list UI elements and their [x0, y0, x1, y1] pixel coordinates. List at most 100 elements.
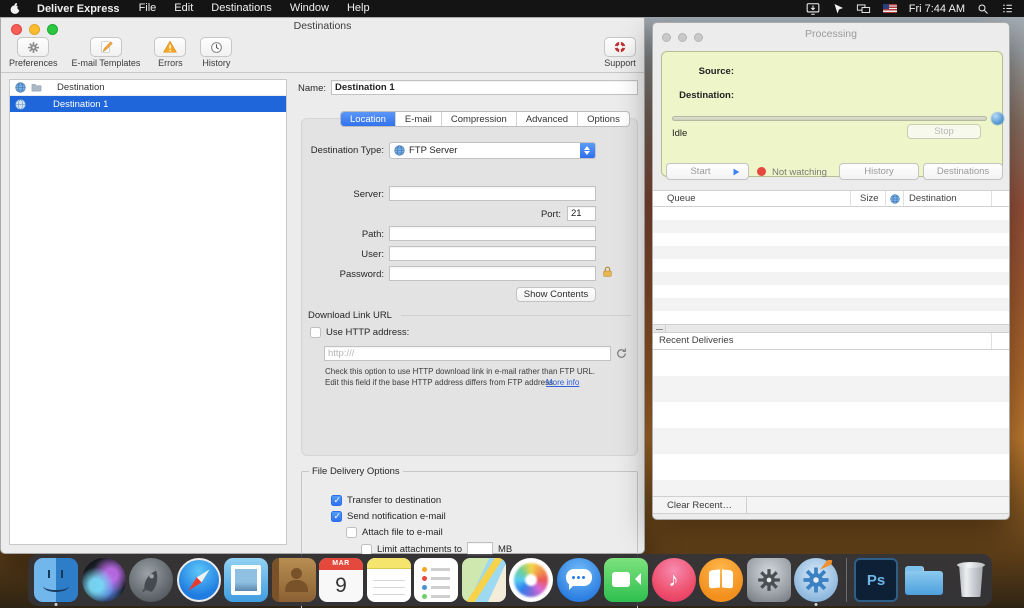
dock-icon-safari[interactable]	[177, 558, 221, 602]
transfer-checkbox-row[interactable]: Transfer to destination	[331, 495, 441, 506]
server-input[interactable]	[389, 186, 596, 201]
column-size[interactable]: Size	[860, 193, 878, 204]
recent-list[interactable]	[653, 350, 1009, 496]
dock-icon-finder[interactable]	[34, 558, 78, 602]
dock-icon-downloads-folder[interactable]	[902, 558, 946, 602]
dock-icon-reminders[interactable]	[414, 558, 458, 602]
recent-footer: Clear Recent…	[653, 496, 1009, 514]
globe-column-icon[interactable]	[890, 194, 900, 204]
search-icon[interactable]	[977, 3, 989, 15]
refresh-icon[interactable]	[615, 347, 628, 360]
clock-icon	[210, 41, 223, 54]
column-destination[interactable]: Destination	[909, 193, 957, 204]
dock-icon-launchpad[interactable]	[129, 558, 173, 602]
menu-file[interactable]: File	[130, 0, 166, 17]
dock-icon-photoshop[interactable]: Ps	[854, 558, 898, 602]
displays-icon[interactable]	[856, 2, 871, 16]
tab-options[interactable]: Options	[578, 112, 629, 126]
support-button[interactable]: Support	[604, 37, 636, 68]
errors-button[interactable]: Errors	[154, 37, 186, 68]
window-title: Destinations	[1, 18, 644, 35]
show-contents-button[interactable]: Show Contents	[516, 287, 596, 302]
limit-checkbox[interactable]	[361, 544, 372, 555]
destination-form: Name: Destination 1 Location E-mail Comp…	[288, 71, 644, 553]
attach-checkbox-row[interactable]: Attach file to e-mail	[346, 527, 443, 538]
queue-table-header: Queue Size Destination	[653, 190, 1009, 207]
tab-location[interactable]: Location	[341, 112, 396, 126]
sidebar-item-destination-1[interactable]: Destination 1	[10, 96, 286, 112]
watch-status-label: Not watching	[772, 167, 827, 178]
sidebar-item-label: Destination 1	[53, 99, 108, 110]
history-button[interactable]: History	[839, 163, 919, 180]
use-http-checkbox-row[interactable]: Use HTTP address:	[310, 327, 409, 338]
port-input[interactable]: 21	[567, 206, 596, 221]
stop-button[interactable]: Stop	[907, 124, 981, 139]
destination-type-value: FTP Server	[409, 145, 457, 156]
start-button[interactable]: Start	[666, 163, 749, 180]
user-input[interactable]	[389, 246, 596, 261]
password-input[interactable]	[389, 266, 596, 281]
email-templates-button[interactable]: E-mail Templates	[72, 37, 141, 68]
tab-compression[interactable]: Compression	[442, 112, 517, 126]
titlebar[interactable]: Processing	[653, 23, 1009, 45]
menu-destinations[interactable]: Destinations	[202, 0, 281, 17]
destination-type-popup[interactable]: FTP Server	[389, 142, 596, 159]
menu-edit[interactable]: Edit	[165, 0, 202, 17]
dock-icon-notes[interactable]	[367, 558, 411, 602]
toolbar: Preferences E-mail Templates Errors Hist…	[1, 35, 644, 73]
dock: MAR 9 ♪ Ps	[28, 554, 992, 606]
apple-logo-icon	[9, 2, 22, 15]
watch-status-icon	[757, 167, 766, 176]
column-queue[interactable]: Queue	[667, 193, 696, 204]
pane-splitter[interactable]	[653, 324, 1009, 333]
transfer-checkbox[interactable]	[331, 495, 342, 506]
us-flag-icon[interactable]	[883, 4, 897, 13]
dock-icon-ibooks[interactable]	[699, 558, 743, 602]
dock-icon-calendar[interactable]: MAR 9	[319, 558, 363, 602]
dock-icon-trash[interactable]	[949, 558, 993, 602]
menu-clock[interactable]: Fri 7:44 AM	[909, 3, 965, 15]
titlebar[interactable]: Destinations	[1, 18, 644, 35]
app-menu[interactable]: Deliver Express	[31, 3, 130, 15]
collapse-handle-icon[interactable]	[653, 325, 666, 332]
airplay-display-icon[interactable]	[806, 2, 820, 16]
sidebar-group-row[interactable]: Destination	[10, 80, 286, 96]
recent-header: Recent Deliveries	[653, 333, 1009, 350]
gear-icon	[756, 567, 782, 593]
name-label: Name:	[288, 83, 326, 94]
source-label: Source:	[662, 66, 734, 77]
use-http-checkbox[interactable]	[310, 327, 321, 338]
tab-email[interactable]: E-mail	[396, 112, 442, 126]
use-http-label: Use HTTP address:	[326, 327, 409, 338]
dock-icon-maps[interactable]	[462, 558, 506, 602]
tab-advanced[interactable]: Advanced	[517, 112, 578, 126]
dock-icon-siri[interactable]	[82, 558, 126, 602]
http-url-input[interactable]: http:///	[324, 346, 611, 361]
history-button[interactable]: History	[200, 37, 232, 68]
dock-icon-itunes[interactable]: ♪	[652, 558, 696, 602]
destinations-button[interactable]: Destinations	[923, 163, 1003, 180]
notification-checkbox-row[interactable]: Send notification e-mail	[331, 511, 446, 522]
cursor-icon[interactable]	[832, 3, 844, 15]
server-label: Server:	[294, 189, 384, 200]
menu-help[interactable]: Help	[338, 0, 379, 17]
attach-checkbox[interactable]	[346, 527, 357, 538]
apple-menu[interactable]	[0, 0, 31, 17]
more-info-link[interactable]: More info	[546, 378, 579, 387]
dock-icon-photos[interactable]	[509, 558, 553, 602]
dock-icon-messages[interactable]	[557, 558, 601, 602]
notification-checkbox[interactable]	[331, 511, 342, 522]
dock-icon-facetime[interactable]	[604, 558, 648, 602]
path-input[interactable]	[389, 226, 596, 241]
name-input[interactable]: Destination 1	[331, 80, 638, 95]
status-panel: Source: Destination: Idle Stop	[661, 51, 1003, 177]
dock-icon-deliver-express[interactable]	[794, 558, 838, 602]
menu-window[interactable]: Window	[281, 0, 338, 17]
queue-table-body[interactable]	[653, 207, 1009, 324]
dock-icon-system-preferences[interactable]	[747, 558, 791, 602]
dock-icon-mail[interactable]	[224, 558, 268, 602]
clear-recent-button[interactable]: Clear Recent…	[653, 497, 747, 513]
preferences-button[interactable]: Preferences	[9, 37, 58, 68]
notification-list-icon[interactable]	[1001, 2, 1014, 15]
dock-icon-contacts[interactable]	[272, 558, 316, 602]
